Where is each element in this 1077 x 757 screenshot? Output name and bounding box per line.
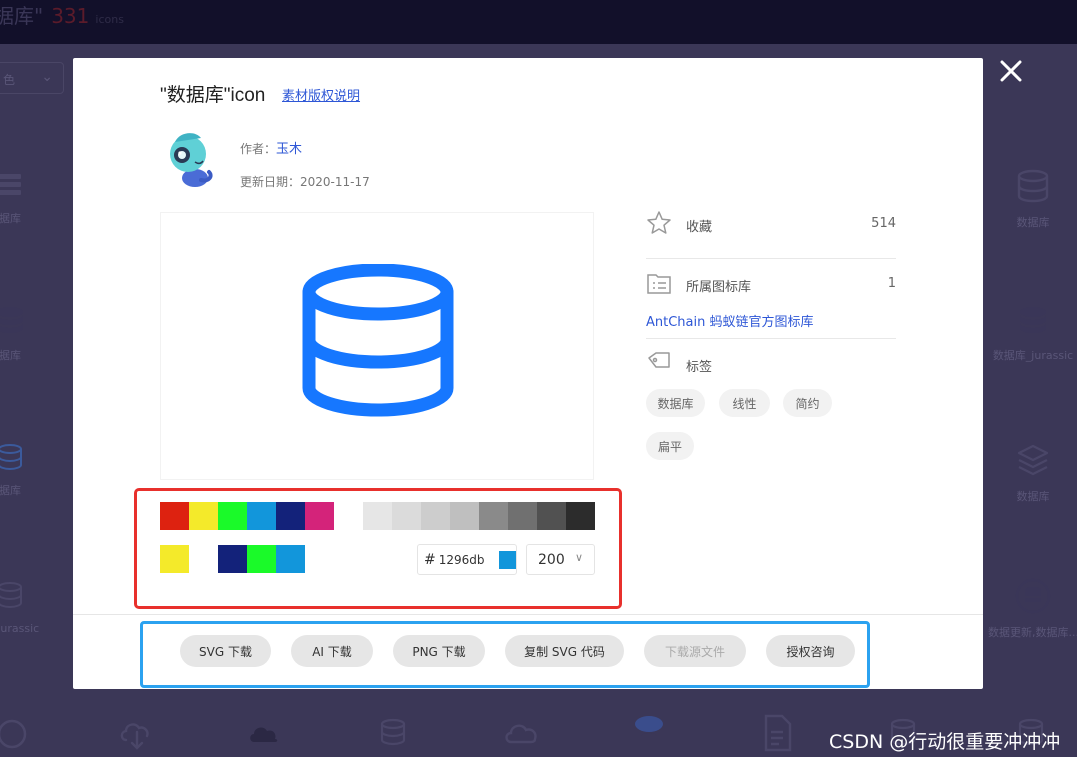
database-refresh-icon [1015, 578, 1051, 614]
database-stack-icon [1020, 307, 1046, 333]
tags-label: 标签 [686, 360, 713, 375]
author-avatar[interactable] [161, 128, 221, 190]
update-date-row: 更新日期：2020-11-17 [240, 173, 370, 190]
icon-title: "数据库"icon [160, 85, 266, 106]
background-color-select: 色 ⌄ [0, 62, 64, 94]
cloud-outline-icon [505, 724, 537, 744]
star-icon[interactable] [646, 210, 672, 236]
side-divider [646, 258, 896, 259]
background-card-label: 据库 [0, 484, 21, 497]
favorite-count: 514 [871, 216, 896, 231]
background-icon-card: 数据库 [988, 442, 1077, 504]
close-icon[interactable] [996, 56, 1026, 86]
date-label: 更新日期： [240, 175, 301, 189]
background-icon-card: 库_jurassic [0, 580, 55, 636]
background-count-unit: icons [95, 13, 124, 26]
database-outline-icon [380, 718, 406, 746]
background-icon-count: 331 [51, 4, 90, 28]
database-circle-icon [0, 719, 27, 749]
database-outline-icon [0, 582, 22, 609]
background-icon-card: 数据库_jurassic [988, 305, 1077, 363]
database-list-icon [0, 174, 21, 195]
icon-preview [160, 212, 594, 480]
background-icon-card: 据库 [0, 305, 55, 363]
background-title-text: 据库" [0, 4, 44, 28]
footer-divider [73, 614, 983, 615]
background-select-value: 色 [3, 73, 16, 87]
background-card-label: 数据更新,数据库... [988, 626, 1077, 639]
database-preview-icon [302, 264, 454, 417]
background-card-label: 据库 [0, 349, 21, 362]
csdn-watermark: CSDN @行动很重要冲冲冲 [829, 731, 1061, 753]
library-count: 1 [887, 276, 896, 291]
author-name-link[interactable]: 玉木 [276, 142, 302, 157]
background-page-title: 据库" 331 icons [0, 0, 124, 29]
author-row: 作者：玉木 [240, 138, 302, 157]
background-icon-card: 据库 [0, 442, 55, 498]
background-header [0, 0, 1077, 44]
layers-icon [1017, 444, 1049, 476]
cloud-download-icon [120, 723, 149, 750]
folder-list-icon [647, 274, 671, 294]
buttons-highlight-box [140, 621, 870, 688]
library-label: 所属图标库 [686, 280, 752, 295]
tag-chip[interactable]: 扁平 [646, 432, 694, 460]
cloud-icon [250, 727, 278, 742]
document-icon [764, 714, 792, 752]
palette-highlight-box [134, 488, 622, 609]
tag-chip[interactable]: 数据库 [646, 389, 705, 417]
background-icon-card: 据库 [0, 170, 55, 226]
background-card-label: 数据库_jurassic [992, 349, 1074, 362]
side-divider [646, 338, 896, 339]
database-outline-icon [1017, 169, 1049, 203]
background-card-label: 据库 [0, 212, 21, 225]
date-value: 2020-11-17 [300, 175, 370, 189]
background-icon-card: 数据更新,数据库... [988, 578, 1077, 640]
chevron-down-icon: ⌄ [41, 69, 53, 85]
tag-chip[interactable]: 线性 [719, 389, 770, 417]
tag-icon [648, 352, 670, 368]
background-card-label: 数据库 [1016, 490, 1050, 503]
author-label: 作者： [240, 142, 277, 156]
favorite-label: 收藏 [686, 220, 713, 235]
tag-chip[interactable]: 简约 [783, 389, 832, 417]
cloud-database-icon [635, 716, 663, 746]
database-blue-icon [0, 444, 22, 471]
library-link[interactable]: AntChain 蚂蚁链官方图标库 [646, 311, 814, 330]
database-stack-icon [0, 307, 23, 333]
background-icon-card: 数据库 [988, 168, 1077, 230]
license-link[interactable]: 素材版权说明 [282, 85, 360, 104]
background-card-label: 库_jurassic [0, 622, 40, 635]
background-card-label: 数据库 [1016, 216, 1050, 229]
